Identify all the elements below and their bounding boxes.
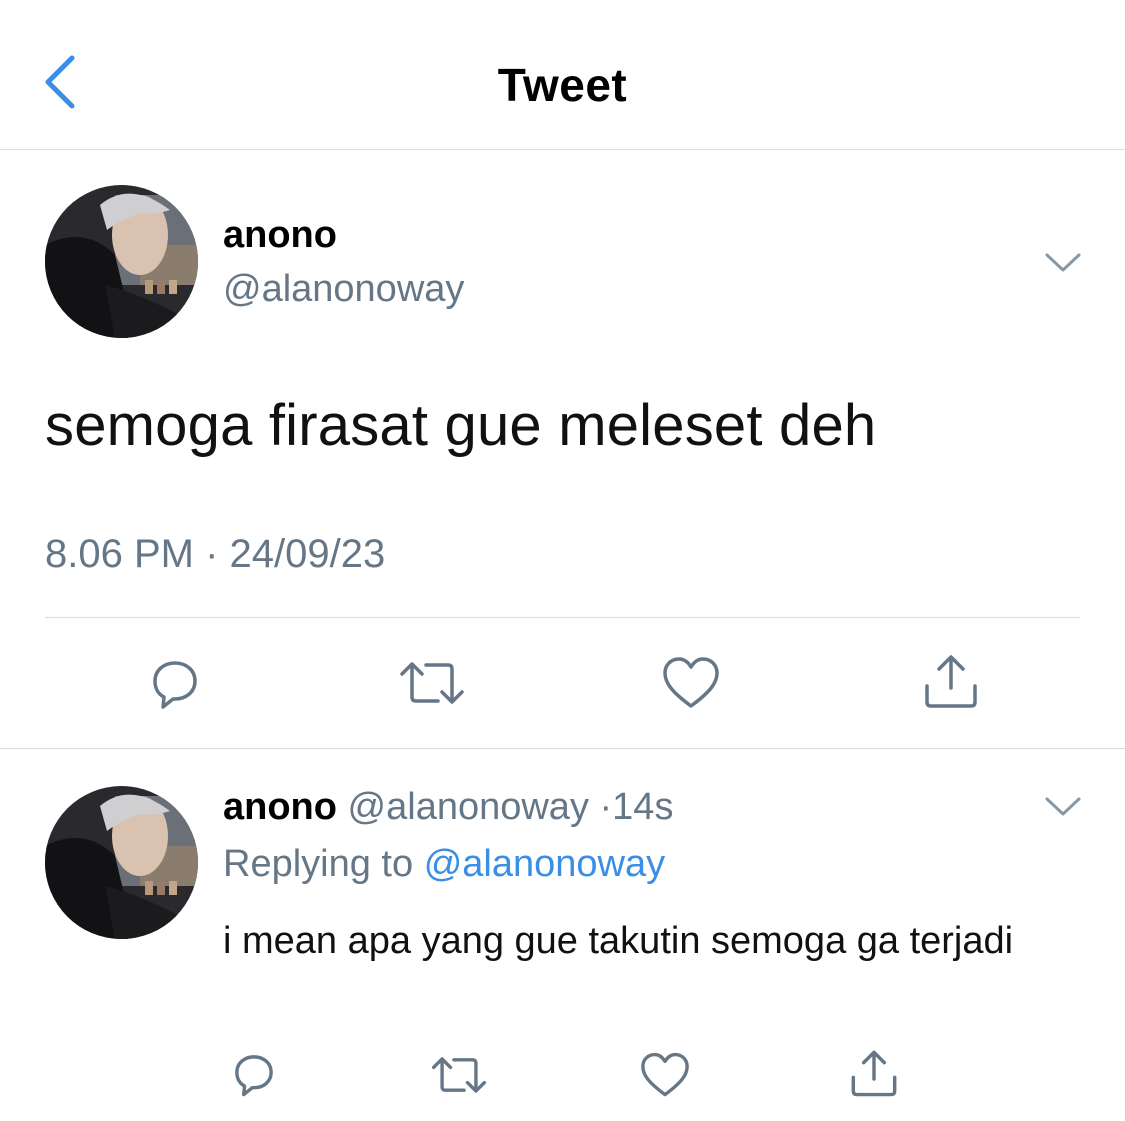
tweet-text: semoga firasat gue meleset deh	[45, 393, 877, 458]
share-button[interactable]	[849, 1048, 899, 1098]
mention-link[interactable]: @alanonoway	[424, 843, 665, 885]
divider	[45, 617, 1080, 618]
replying-to-line: Replying to @alanonoway	[223, 843, 665, 886]
reply-icon	[153, 661, 197, 709]
like-icon	[641, 1052, 689, 1097]
user-handle[interactable]: @alanonoway	[348, 786, 589, 828]
divider	[0, 748, 1125, 749]
reply-header: anono @alanonoway ·14s	[223, 786, 673, 829]
reply-button[interactable]	[147, 655, 203, 711]
tweet-age: 14s	[612, 786, 674, 828]
reply-button[interactable]	[230, 1050, 278, 1098]
share-icon	[925, 655, 977, 708]
tweet-menu-button[interactable]	[1043, 794, 1083, 820]
retweet-icon	[400, 662, 464, 704]
like-icon	[663, 657, 719, 708]
tweet-timestamp: 8.06 PM · 24/09/23	[45, 532, 386, 576]
top-bar: Tweet	[0, 0, 1125, 150]
chevron-down-icon	[1045, 797, 1081, 816]
separator-dot: ·	[599, 786, 613, 828]
like-button[interactable]	[640, 1052, 690, 1098]
page-title: Tweet	[497, 59, 628, 111]
avatar[interactable]	[45, 185, 198, 338]
user-handle[interactable]: @alanonoway	[223, 268, 464, 311]
like-button[interactable]	[662, 656, 720, 710]
retweet-icon	[431, 1057, 487, 1093]
share-button[interactable]	[922, 652, 980, 710]
share-icon	[851, 1050, 897, 1097]
tweet-menu-button[interactable]	[1043, 250, 1083, 276]
display-name[interactable]: anono	[223, 214, 337, 257]
reply-icon	[235, 1055, 273, 1097]
display-name[interactable]: anono	[223, 786, 337, 828]
avatar-image	[45, 185, 198, 338]
avatar-image	[45, 786, 198, 939]
chevron-down-icon	[1045, 253, 1081, 272]
retweet-button[interactable]	[430, 1053, 488, 1097]
avatar[interactable]	[45, 786, 198, 939]
replying-prefix: Replying to	[223, 843, 414, 885]
retweet-button[interactable]	[398, 657, 466, 709]
reply-text: i mean apa yang gue takutin semoga ga te…	[223, 920, 1014, 962]
